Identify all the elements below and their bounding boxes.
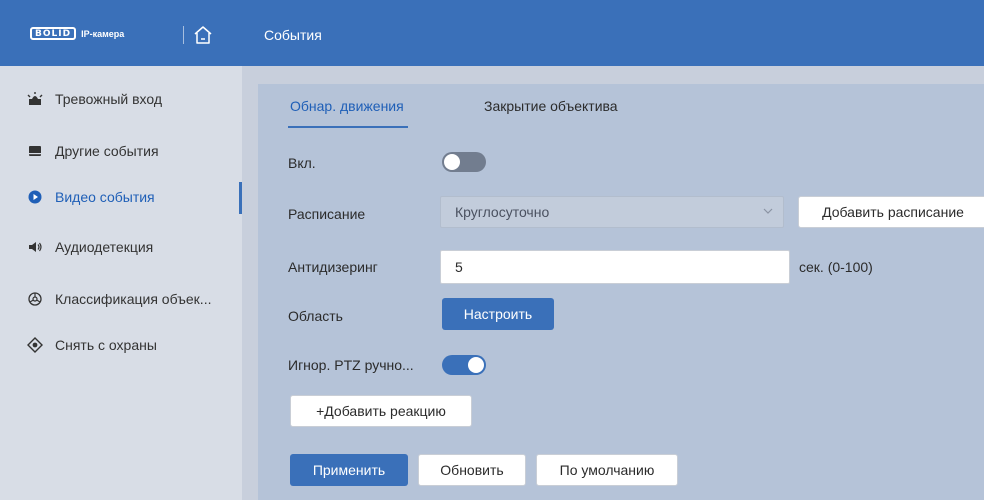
sidebar-item-video-events[interactable]: Видео события <box>0 174 242 220</box>
disarm-icon <box>27 337 43 353</box>
ignore-ptz-label: Игнор. PTZ ручно... <box>288 357 414 373</box>
home-icon[interactable] <box>192 25 214 45</box>
add-reaction-button[interactable]: +Добавить реакцию <box>290 395 472 427</box>
sidebar-item-label: Видео события <box>55 189 155 205</box>
tab-lens-cover[interactable]: Закрытие объектива <box>484 84 618 128</box>
enable-label: Вкл. <box>288 155 316 171</box>
sidebar-item-label: Аудиодетекция <box>55 239 154 255</box>
area-label: Область <box>288 308 343 324</box>
speaker-icon <box>27 239 43 255</box>
header-divider <box>183 26 184 44</box>
antidither-input[interactable] <box>440 250 790 284</box>
refresh-button[interactable]: Обновить <box>418 454 526 486</box>
default-button[interactable]: По умолчанию <box>536 454 678 486</box>
classification-icon <box>27 291 43 307</box>
schedule-value: Круглосуточно <box>455 204 550 220</box>
schedule-select[interactable]: Круглосуточно <box>440 196 784 228</box>
sidebar-item-label: Тревожный вход <box>55 91 163 107</box>
tab-motion-detection[interactable]: Обнар. движения <box>288 84 408 128</box>
top-header: BOLID IP-камера События <box>0 0 984 66</box>
sidebar-item-audio-detection[interactable]: Аудиодетекция <box>0 224 242 270</box>
alarm-input-icon <box>27 91 43 107</box>
video-events-icon <box>27 189 43 205</box>
page-title: События <box>264 27 322 43</box>
sidebar-item-label: Классификация объек... <box>55 291 212 307</box>
sidebar-item-alarm-input[interactable]: Тревожный вход <box>0 76 242 122</box>
toggle-knob <box>444 154 460 170</box>
sidebar-item-label: Снять с охраны <box>55 337 157 353</box>
apply-button[interactable]: Применить <box>290 454 408 486</box>
logo-brand: BOLID <box>30 27 77 40</box>
sidebar-item-other-events[interactable]: Другие события <box>0 128 242 174</box>
content-panel: Обнар. движения Закрытие объектива Вкл. … <box>258 84 984 500</box>
antidither-unit: сек. (0-100) <box>799 259 873 275</box>
add-schedule-button[interactable]: Добавить расписание <box>798 196 984 228</box>
sidebar-item-classification[interactable]: Классификация объек... <box>0 276 242 322</box>
enable-toggle[interactable] <box>442 152 486 172</box>
configure-area-button[interactable]: Настроить <box>442 298 554 330</box>
ignore-ptz-toggle[interactable] <box>442 355 486 375</box>
sidebar-item-disarm[interactable]: Снять с охраны <box>0 322 242 368</box>
schedule-label: Расписание <box>288 206 366 222</box>
brand-logo: BOLID IP-камера <box>30 27 124 40</box>
chevron-down-icon <box>763 208 773 214</box>
sidebar-item-label: Другие события <box>55 143 159 159</box>
antidither-label: Антидизеринг <box>288 259 378 275</box>
other-events-icon <box>27 143 43 159</box>
toggle-knob <box>468 357 484 373</box>
logo-subtitle: IP-камера <box>81 28 125 39</box>
sidebar: Тревожный вход Другие события Видео собы… <box>0 66 242 500</box>
